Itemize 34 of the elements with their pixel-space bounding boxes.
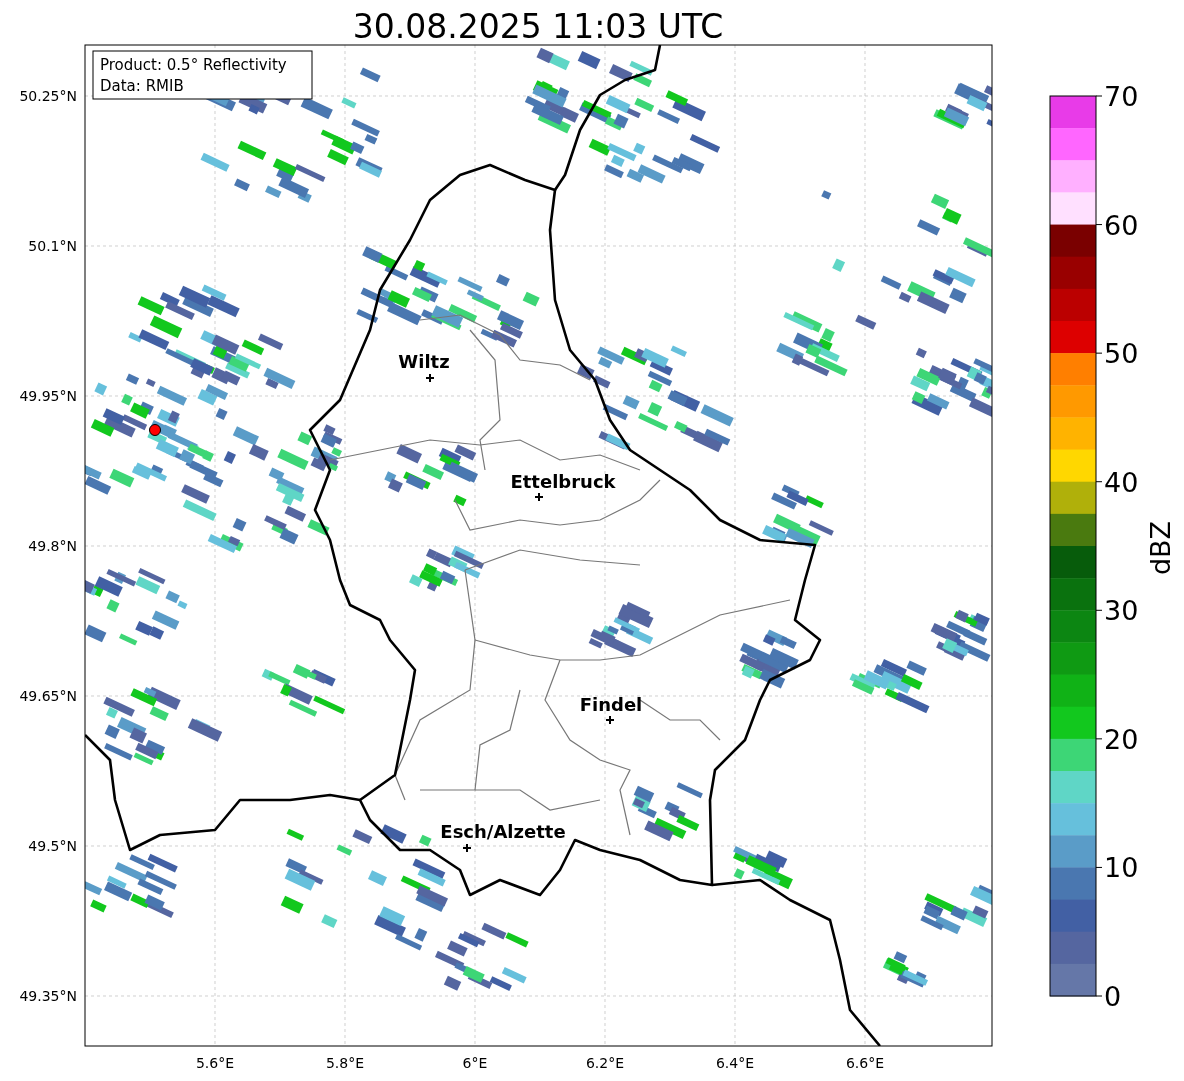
axis-tick-label: 6.2°E <box>585 1055 625 1071</box>
colorbar-tick-label: 60 <box>1104 209 1139 241</box>
colorbar-tick-label: 0 <box>1104 981 1122 1012</box>
axis-tick-label: 6°E <box>462 1055 488 1071</box>
city-label: Ettelbruck <box>510 471 616 492</box>
city-marker-icon <box>534 492 544 502</box>
colorbar-tick-label: 40 <box>1104 466 1139 498</box>
city-label: Esch/Alzette <box>440 821 566 842</box>
colorbar-tick-label: 20 <box>1104 723 1139 755</box>
axis-tick-label: 50.1°N <box>28 238 77 254</box>
axis-tick-label: 6.6°E <box>845 1055 885 1071</box>
city-marker-icon <box>605 715 615 725</box>
axis-tick-label: 5.8°E <box>325 1055 365 1071</box>
chart-title: 30.08.2025 11:03 UTC <box>352 7 724 46</box>
axis-tick-label: 49.35°N <box>19 988 77 1004</box>
colorbar-tick-label: 70 <box>1104 81 1139 112</box>
colorbar-label: dBZ <box>1145 520 1176 576</box>
radar-site-marker <box>149 424 161 436</box>
info-text: Product: 0.5° Reflectivity <box>100 56 287 74</box>
axis-tick-label: 49.8°N <box>28 538 77 554</box>
colorbar-tick-label: 30 <box>1104 595 1139 627</box>
colorbar-tick-label: 10 <box>1104 852 1139 884</box>
city-marker-icon <box>425 373 435 383</box>
city-marker-icon <box>462 843 472 853</box>
axis-tick-label: 49.95°N <box>19 388 77 404</box>
axis-tick-label: 5.6°E <box>195 1055 235 1071</box>
city-label: Wiltz <box>398 351 450 372</box>
city-label: Findel <box>579 694 643 715</box>
axis-tick-label: 49.5°N <box>28 838 77 854</box>
axis-tick-label: 50.25°N <box>19 88 77 104</box>
axis-tick-label: 6.4°E <box>715 1055 755 1071</box>
axis-tick-label: 49.65°N <box>19 688 77 704</box>
info-text: Data: RMIB <box>100 77 184 95</box>
colorbar-tick-label: 50 <box>1104 338 1139 370</box>
